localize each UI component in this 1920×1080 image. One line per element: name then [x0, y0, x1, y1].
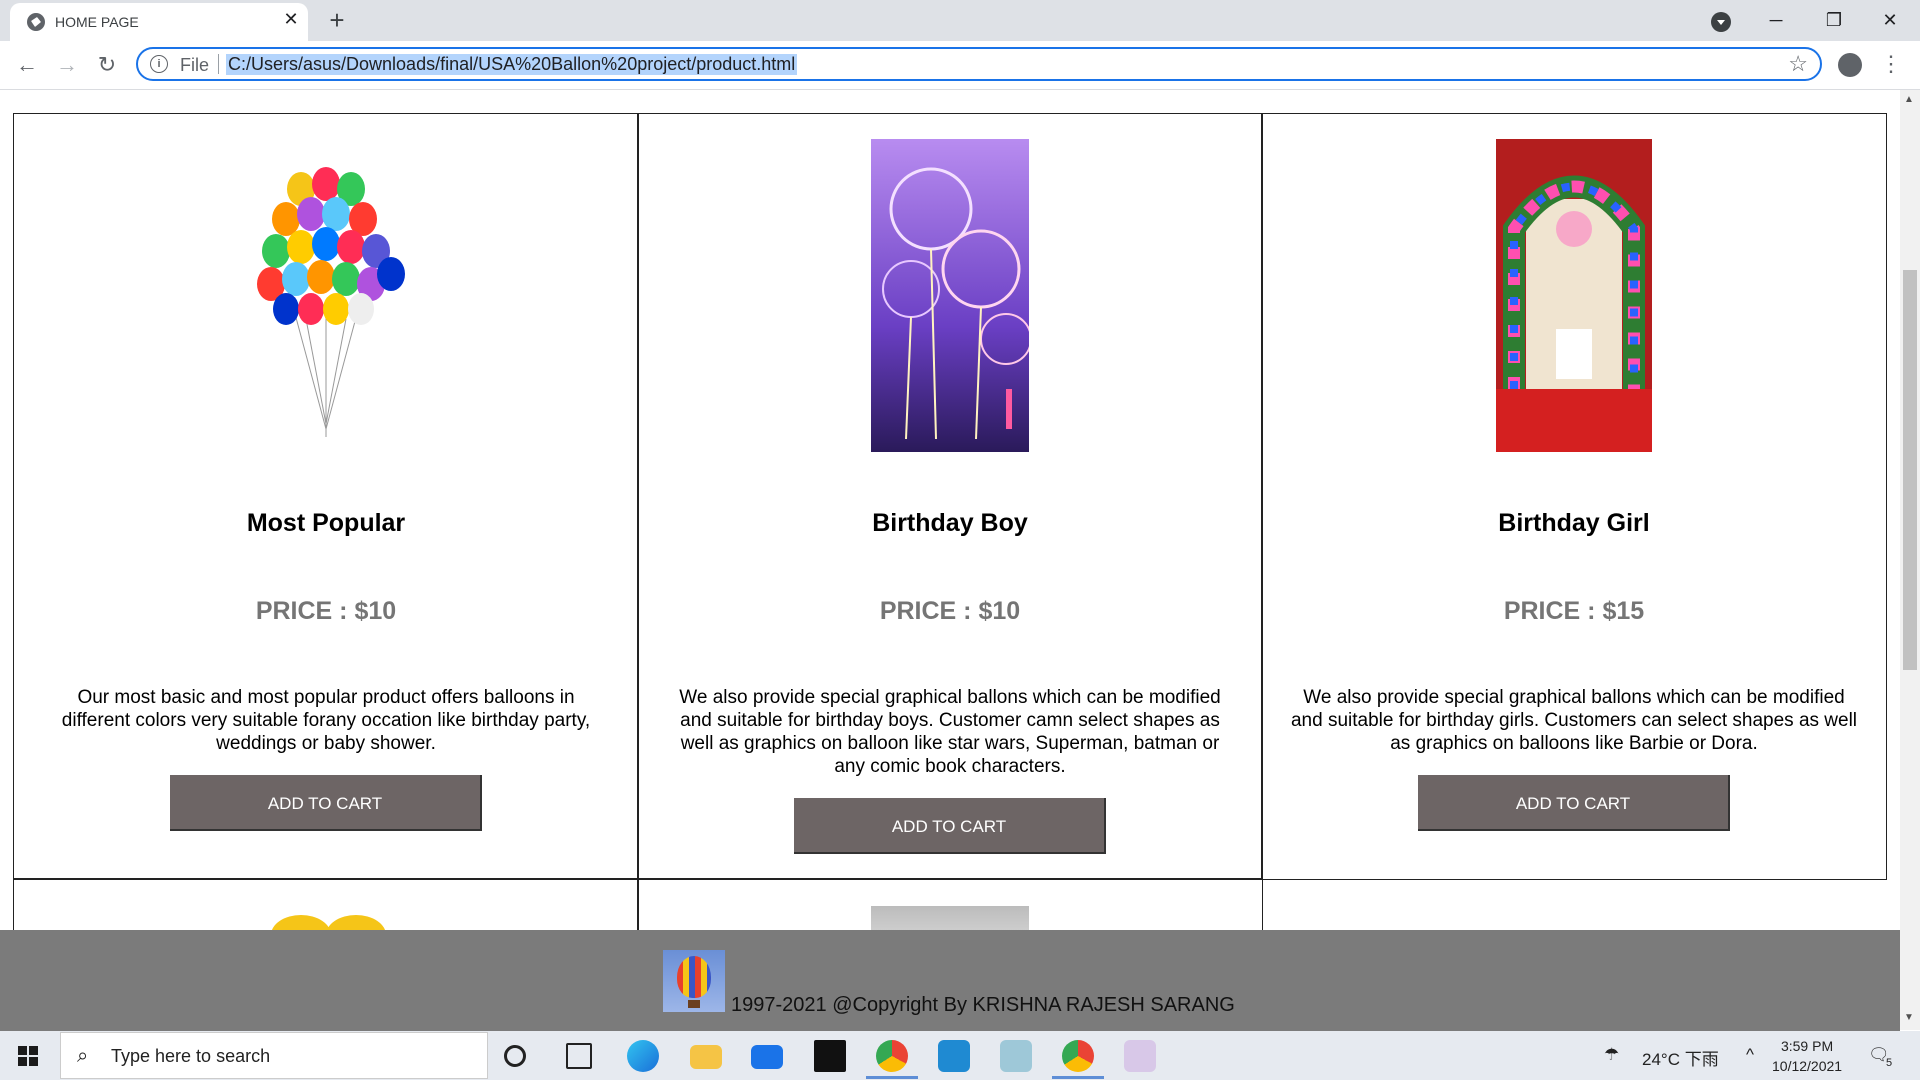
edge-icon[interactable] — [627, 1040, 659, 1072]
product-description: We also provide special graphical ballon… — [1290, 687, 1858, 754]
scroll-down-icon[interactable]: ▼ — [1904, 1012, 1914, 1023]
forward-arrow-icon[interactable]: → — [52, 50, 82, 80]
product-card-row2-1 — [13, 878, 639, 930]
more-menu-icon[interactable]: ⋮ — [1880, 51, 1902, 77]
page-scrollbar[interactable]: ▲ ▼ — [1900, 90, 1920, 1030]
basket-shape — [688, 1000, 700, 1008]
url-text[interactable]: C:/Users/asus/Downloads/final/USA%20Ball… — [226, 54, 798, 75]
product-card-row2-2 — [637, 878, 1263, 930]
close-tab-icon[interactable]: ✕ — [280, 8, 302, 30]
product-card-birthday-girl: Birthday Girl PRICE : $15 We also provid… — [1261, 113, 1887, 880]
search-icon: ⌕ — [77, 1045, 89, 1067]
scroll-thumb[interactable] — [1903, 270, 1917, 670]
product-description: Our most basic and most popular product … — [61, 687, 591, 754]
file-explorer-icon[interactable] — [690, 1045, 722, 1069]
balloon-bunch-image — [257, 167, 405, 437]
led-balloons-image — [871, 139, 1029, 452]
balloon-arch-image — [1496, 139, 1652, 452]
taskbar-search-box[interactable]: ⌕ Type here to search — [60, 1032, 488, 1079]
address-bar[interactable]: i File C:/Users/asus/Downloads/final/USA… — [136, 47, 1822, 81]
balloon-shape — [677, 956, 711, 998]
tab-title: HOME PAGE — [55, 14, 139, 30]
reload-icon[interactable]: ↻ — [92, 50, 122, 80]
product-title: Most Popular — [246, 509, 406, 537]
system-clock[interactable]: 3:59 PM 10/12/2021 — [1772, 1036, 1842, 1076]
browser-titlebar: HOME PAGE ✕ + ─ ❐ ✕ — [0, 0, 1920, 41]
page-footer: 1997-2021 @Copyright By KRISHNA RAJESH S… — [0, 930, 1900, 1031]
profile-avatar-icon[interactable] — [1838, 53, 1862, 77]
scroll-up-icon[interactable]: ▲ — [1904, 94, 1914, 105]
windows-taskbar: ⌕ Type here to search ☂ 24°C 下雨 ^ 3:59 P… — [0, 1031, 1920, 1080]
product-title: Birthday Girl — [1498, 509, 1650, 537]
maximize-button[interactable]: ❐ — [1814, 5, 1854, 35]
product-price: PRICE : $15 — [1503, 597, 1645, 625]
browser-tab[interactable]: HOME PAGE ✕ — [10, 3, 308, 41]
footer-copyright: 1997-2021 @Copyright By KRISHNA RAJESH S… — [731, 994, 1235, 1016]
browser-toolbar: ← → ↻ i File C:/Users/asus/Downloads/fin… — [0, 41, 1920, 90]
address-separator — [218, 54, 219, 74]
mail-icon[interactable] — [751, 1045, 783, 1069]
product-price: PRICE : $10 — [879, 597, 1021, 625]
add-to-cart-button[interactable]: ADD TO CART — [1418, 775, 1730, 831]
windows-start-icon[interactable] — [18, 1046, 38, 1066]
app-icon[interactable] — [1000, 1040, 1032, 1072]
clock-date: 10/12/2021 — [1772, 1058, 1843, 1074]
info-icon[interactable]: i — [150, 55, 168, 73]
weather-icon[interactable]: ☂ — [1604, 1045, 1619, 1065]
weather-text[interactable]: 24°C 下雨 — [1642, 1045, 1719, 1070]
vscode-icon[interactable] — [938, 1040, 970, 1072]
product-card-most-popular: Most Popular PRICE : $10 Our most basic … — [13, 113, 639, 880]
hot-air-balloon-logo — [663, 950, 725, 1012]
notification-count: 5 — [1886, 1057, 1893, 1069]
minimize-button[interactable]: ─ — [1756, 5, 1796, 35]
product-image-partial — [271, 915, 386, 930]
netflix-icon[interactable] — [814, 1040, 846, 1072]
clock-time: 3:59 PM — [1780, 1038, 1834, 1054]
add-to-cart-button[interactable]: ADD TO CART — [794, 798, 1106, 854]
product-price: PRICE : $10 — [255, 597, 397, 625]
active-indicator — [1052, 1076, 1104, 1079]
page-viewport: Most Popular PRICE : $10 Our most basic … — [0, 90, 1900, 930]
chrome-active-icon[interactable] — [1062, 1040, 1094, 1072]
back-arrow-icon[interactable]: ← — [12, 50, 42, 80]
cortana-icon[interactable] — [504, 1045, 526, 1067]
globe-icon — [27, 13, 45, 31]
show-hidden-icons[interactable]: ^ — [1746, 1045, 1754, 1065]
window-close-button[interactable]: ✕ — [1870, 5, 1910, 35]
product-image-partial — [871, 906, 1029, 930]
task-view-icon[interactable] — [566, 1043, 592, 1069]
product-card-birthday-boy: Birthday Boy PRICE : $10 We also provide… — [637, 113, 1263, 880]
paint-icon[interactable] — [1124, 1040, 1156, 1072]
active-indicator — [866, 1076, 918, 1079]
add-to-cart-button[interactable]: ADD TO CART — [170, 775, 482, 831]
chrome-icon[interactable] — [876, 1040, 908, 1072]
bookmark-star-icon[interactable]: ☆ — [1788, 51, 1808, 77]
product-description: We also provide special graphical ballon… — [679, 687, 1221, 777]
product-title: Birthday Boy — [872, 509, 1028, 537]
tab-search-icon[interactable] — [1711, 12, 1731, 32]
search-placeholder: Type here to search — [111, 1046, 271, 1066]
file-label: File — [180, 55, 210, 75]
new-tab-button[interactable]: + — [323, 6, 351, 34]
